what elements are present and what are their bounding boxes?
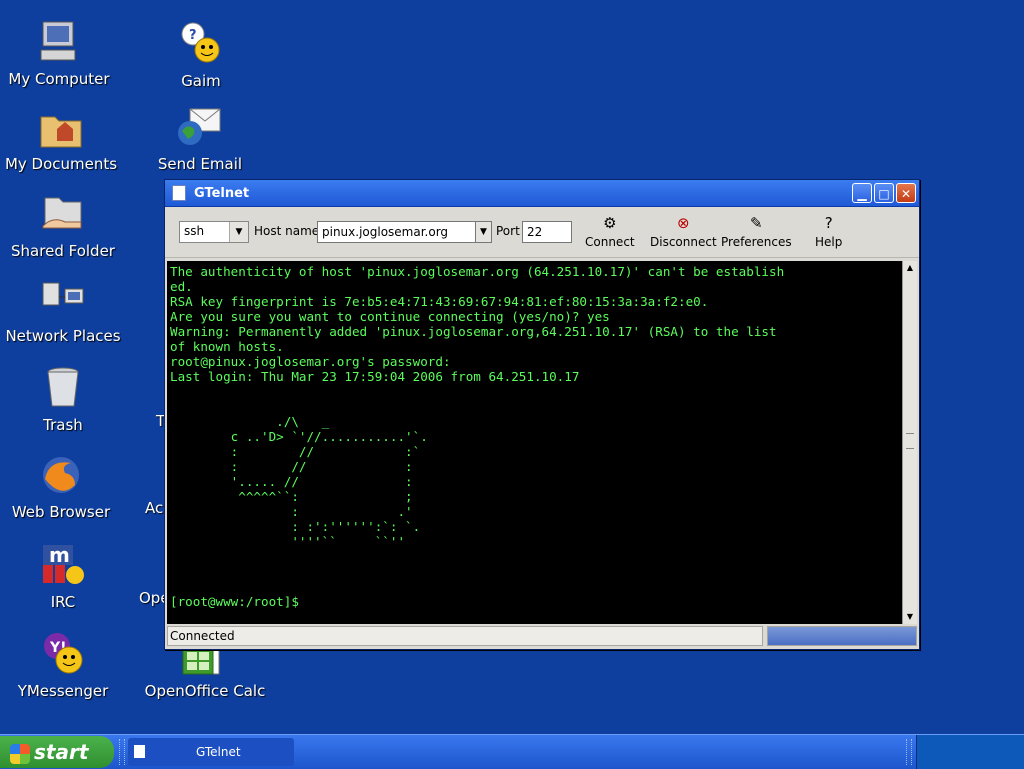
desktop-icon-network-places[interactable]: Network Places bbox=[0, 275, 128, 345]
help-label: Help bbox=[815, 235, 843, 249]
svg-text:m: m bbox=[49, 543, 70, 567]
svg-text:?: ? bbox=[189, 28, 197, 43]
preferences-icon: ✎ bbox=[749, 214, 763, 232]
chevron-down-icon: ▼ bbox=[476, 222, 491, 242]
host-history-dropdown[interactable]: ▼ bbox=[475, 221, 492, 243]
port-input[interactable] bbox=[522, 221, 572, 243]
scroll-down-icon[interactable]: ▼ bbox=[903, 610, 917, 624]
progress-bar bbox=[767, 626, 917, 646]
protocol-value: ssh bbox=[184, 224, 205, 238]
taskbar-item-label: GTelnet bbox=[196, 745, 241, 759]
desktop-icon-web-browser[interactable]: Web Browser bbox=[0, 451, 126, 521]
desktop-icon-my-documents[interactable]: My Documents bbox=[0, 103, 126, 173]
window-title: GTelnet bbox=[194, 185, 250, 201]
scroll-grip[interactable] bbox=[906, 433, 914, 449]
minimize-button[interactable]: ▁ bbox=[852, 183, 872, 203]
close-button[interactable]: ✕ bbox=[896, 183, 916, 203]
connect-label: Connect bbox=[585, 235, 635, 249]
window-titlebar[interactable]: GTelnet ▁ □ ✕ bbox=[165, 180, 919, 207]
shared-folder-icon bbox=[39, 190, 87, 238]
desktop-partial-label: Ac bbox=[145, 499, 164, 517]
desktop-icon-my-computer[interactable]: My Computer bbox=[0, 18, 124, 88]
computer-icon bbox=[35, 18, 83, 66]
terminal-output[interactable]: The authenticity of host 'pinux.joglosem… bbox=[167, 261, 902, 624]
chevron-down-icon[interactable]: ▼ bbox=[229, 222, 248, 242]
disconnect-icon: ⊗ bbox=[677, 214, 690, 232]
windows-logo-icon bbox=[10, 743, 30, 764]
host-name-label: Host name bbox=[254, 224, 320, 238]
window-document-icon bbox=[134, 745, 145, 758]
help-button[interactable]: ? Help bbox=[815, 213, 842, 249]
start-button[interactable]: start bbox=[0, 736, 114, 768]
desktop-icon-shared-folder[interactable]: Shared Folder bbox=[0, 190, 128, 260]
scroll-up-icon[interactable]: ▲ bbox=[903, 261, 917, 275]
desktop-icon-ymessenger[interactable]: Y! YMessenger bbox=[0, 630, 128, 700]
status-bar: Connected bbox=[167, 626, 763, 646]
system-tray bbox=[916, 735, 1024, 769]
taskbar-grip[interactable] bbox=[906, 739, 912, 765]
taskbar-grip[interactable] bbox=[119, 739, 125, 765]
preferences-button[interactable]: ✎ Preferences bbox=[721, 213, 792, 249]
window-document-icon bbox=[172, 185, 186, 201]
port-label: Port bbox=[496, 224, 520, 238]
network-icon bbox=[39, 275, 87, 323]
desktop-icon-send-email[interactable]: Send Email bbox=[135, 103, 265, 173]
help-icon: ? bbox=[824, 214, 833, 232]
connect-icon: ⚙ bbox=[603, 214, 617, 232]
terminal-scrollbar[interactable]: ▲ ▼ bbox=[902, 261, 917, 624]
email-icon bbox=[176, 103, 224, 151]
desktop-icon-gaim[interactable]: ? Gaim bbox=[136, 20, 266, 90]
toolbar: ssh ▼ Host name ▼ Port ⚙ Connect ⊗ Disco… bbox=[165, 207, 919, 258]
documents-folder-icon bbox=[37, 103, 85, 151]
connect-button[interactable]: ⚙ Connect bbox=[585, 213, 635, 249]
desktop-icon-trash[interactable]: Trash bbox=[0, 364, 128, 434]
start-label: start bbox=[34, 740, 89, 764]
host-name-input[interactable] bbox=[317, 221, 477, 243]
preferences-label: Preferences bbox=[721, 235, 792, 249]
trash-icon bbox=[39, 364, 87, 412]
disconnect-label: Disconnect bbox=[650, 235, 717, 249]
disconnect-button[interactable]: ⊗ Disconnect bbox=[650, 213, 717, 249]
yahoo-messenger-icon: Y! bbox=[39, 630, 87, 678]
maximize-button[interactable]: □ bbox=[874, 183, 894, 203]
irc-icon: m bbox=[39, 541, 87, 589]
taskbar: start GTelnet bbox=[0, 734, 1024, 769]
gaim-icon: ? bbox=[177, 20, 225, 68]
gtelnet-window: GTelnet ▁ □ ✕ ssh ▼ Host name ▼ Port ⚙ C… bbox=[164, 179, 920, 650]
firefox-icon bbox=[37, 451, 85, 499]
taskbar-item-gtelnet[interactable]: GTelnet bbox=[128, 738, 294, 766]
protocol-select[interactable]: ssh ▼ bbox=[179, 221, 249, 243]
desktop-icon-irc[interactable]: m IRC bbox=[0, 541, 128, 611]
